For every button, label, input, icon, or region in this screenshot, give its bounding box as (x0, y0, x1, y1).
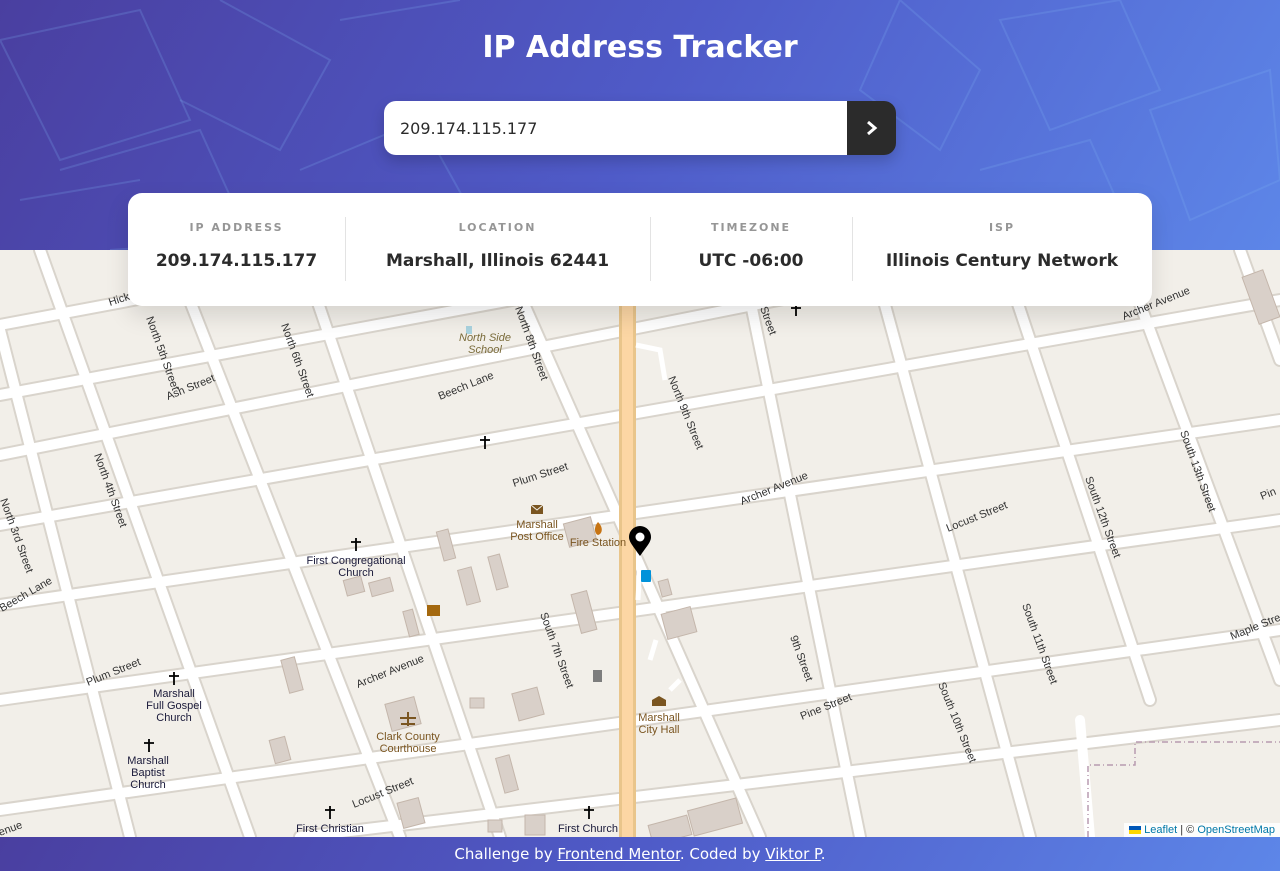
ip-address-panel: IP ADDRESS 209.174.115.177 (128, 193, 345, 306)
location-panel: LOCATION Marshall, Illinois 62441 (345, 193, 650, 306)
page-title: IP Address Tracker (482, 30, 798, 65)
monument-icon (593, 670, 602, 682)
timezone-label: TIMEZONE (710, 221, 792, 234)
place-label-post-2: Post Office (510, 531, 564, 543)
footer: Challenge by Frontend Mentor. Coded by V… (0, 837, 1280, 871)
place-label-first-church: First Church (558, 823, 618, 835)
footer-middle: . Coded by (679, 845, 761, 863)
ip-address-label: IP ADDRESS (189, 221, 284, 234)
location-value: Marshall, Illinois 62441 (385, 251, 610, 271)
fuel-icon (641, 570, 651, 582)
map-attribution: Leaflet | © OpenStreetMap (1124, 823, 1280, 837)
timezone-panel: TIMEZONE UTC -06:00 (650, 193, 852, 306)
place-label-court-1: Clark County (376, 731, 440, 743)
place-label-first-christian: First Christian (296, 823, 364, 835)
place-label-post-1: Marshall (516, 519, 558, 531)
map-view[interactable]: Hick North 5th Street Ash Street North 6… (0, 250, 1280, 837)
place-label-mfg-1: Marshall (153, 688, 195, 700)
place-label-mfg-3: Church (156, 712, 191, 724)
ip-address-value: 209.174.115.177 (155, 251, 318, 271)
place-label-hall-2: City Hall (639, 724, 680, 736)
leaflet-link[interactable]: Leaflet (1144, 824, 1177, 836)
attribution-separator: | © (1180, 824, 1195, 836)
author-link[interactable]: Viktor P (765, 845, 821, 863)
ukraine-flag-icon (1129, 826, 1142, 835)
footer-suffix: . (820, 845, 826, 863)
openstreetmap-link[interactable]: OpenStreetMap (1197, 824, 1275, 836)
place-label-fcc-1: First Congregational (306, 555, 405, 567)
place-label-hall-1: Marshall (638, 712, 680, 724)
location-label: LOCATION (458, 221, 537, 234)
place-label-mbc-3: Church (130, 779, 165, 791)
library-icon (427, 605, 440, 616)
ip-search-form (384, 101, 896, 155)
chevron-right-icon (866, 120, 877, 136)
place-label-school-1: North Side (459, 332, 511, 344)
place-label-fire: Fire Station (570, 537, 626, 549)
ip-info-card: IP ADDRESS 209.174.115.177 LOCATION Mars… (128, 193, 1152, 306)
place-label-court-2: Courthouse (380, 743, 437, 755)
isp-value: Illinois Century Network (885, 251, 1119, 271)
frontend-mentor-link[interactable]: Frontend Mentor (557, 845, 680, 863)
isp-label: ISP (988, 221, 1016, 234)
place-label-school-2: School (468, 344, 502, 356)
isp-panel: ISP Illinois Century Network (852, 193, 1152, 306)
place-label-fcc-2: Church (338, 567, 373, 579)
footer-prefix: Challenge by (454, 845, 553, 863)
timezone-value: UTC -06:00 (698, 251, 804, 271)
place-label-mfg-2: Full Gospel (146, 700, 202, 712)
place-label-mbc-1: Marshall (127, 755, 169, 767)
place-label-mbc-2: Baptist (131, 767, 165, 779)
ip-search-input[interactable] (384, 101, 847, 155)
search-submit-button[interactable] (847, 101, 896, 155)
